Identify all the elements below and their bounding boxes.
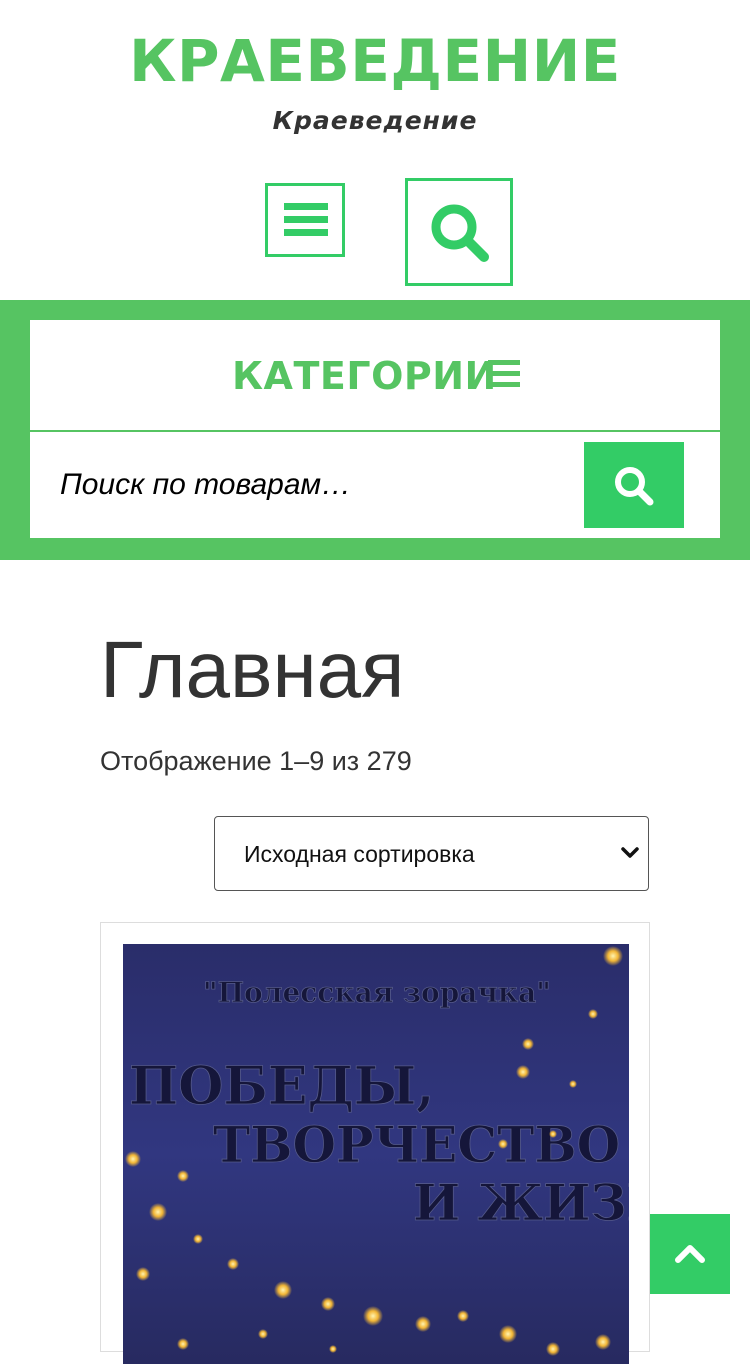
- hamburger-icon: [488, 360, 520, 388]
- product-image[interactable]: "Полесская зорачка" ПОБЕДЫ, ТВОРЧЕСТВО И…: [123, 944, 629, 1364]
- categories-toggle[interactable]: КАТЕГОРИИ: [30, 320, 720, 430]
- cover-line-3: И ЖИЗН: [413, 1173, 629, 1232]
- back-to-top-button[interactable]: [650, 1214, 730, 1294]
- search-toggle-button[interactable]: [405, 178, 513, 286]
- sort-selected-value: Исходная сортировка: [244, 841, 475, 867]
- chevron-down-icon: [621, 847, 639, 858]
- menu-toggle-button[interactable]: [265, 183, 345, 257]
- sort-select[interactable]: Исходная сортировка: [214, 816, 649, 891]
- cover-line-1: ПОБЕДЫ,: [129, 1056, 434, 1117]
- categories-label: КАТЕГОРИИ: [232, 354, 497, 398]
- site-description: Краеведение: [272, 106, 478, 135]
- product-card[interactable]: "Полесская зорачка" ПОБЕДЫ, ТВОРЧЕСТВО И…: [100, 922, 650, 1364]
- search-icon: [431, 204, 489, 262]
- book-cover: "Полесская зорачка" ПОБЕДЫ, ТВОРЧЕСТВО И…: [123, 944, 629, 1364]
- chevron-up-icon: [675, 1245, 705, 1263]
- product-search-form: [30, 432, 720, 538]
- cover-line-2: ТВОРЧЕСТВО: [213, 1115, 620, 1174]
- page-title: Главная: [100, 625, 405, 714]
- search-icon: [615, 467, 654, 506]
- cover-subtitle: "Полесская зорачка": [203, 976, 551, 1009]
- product-search-submit-button[interactable]: [584, 442, 684, 528]
- product-search-input[interactable]: [30, 432, 570, 538]
- result-count: Отображение 1–9 из 279: [100, 746, 412, 776]
- site-title[interactable]: КРАЕВЕДЕНИЕ: [0, 26, 750, 96]
